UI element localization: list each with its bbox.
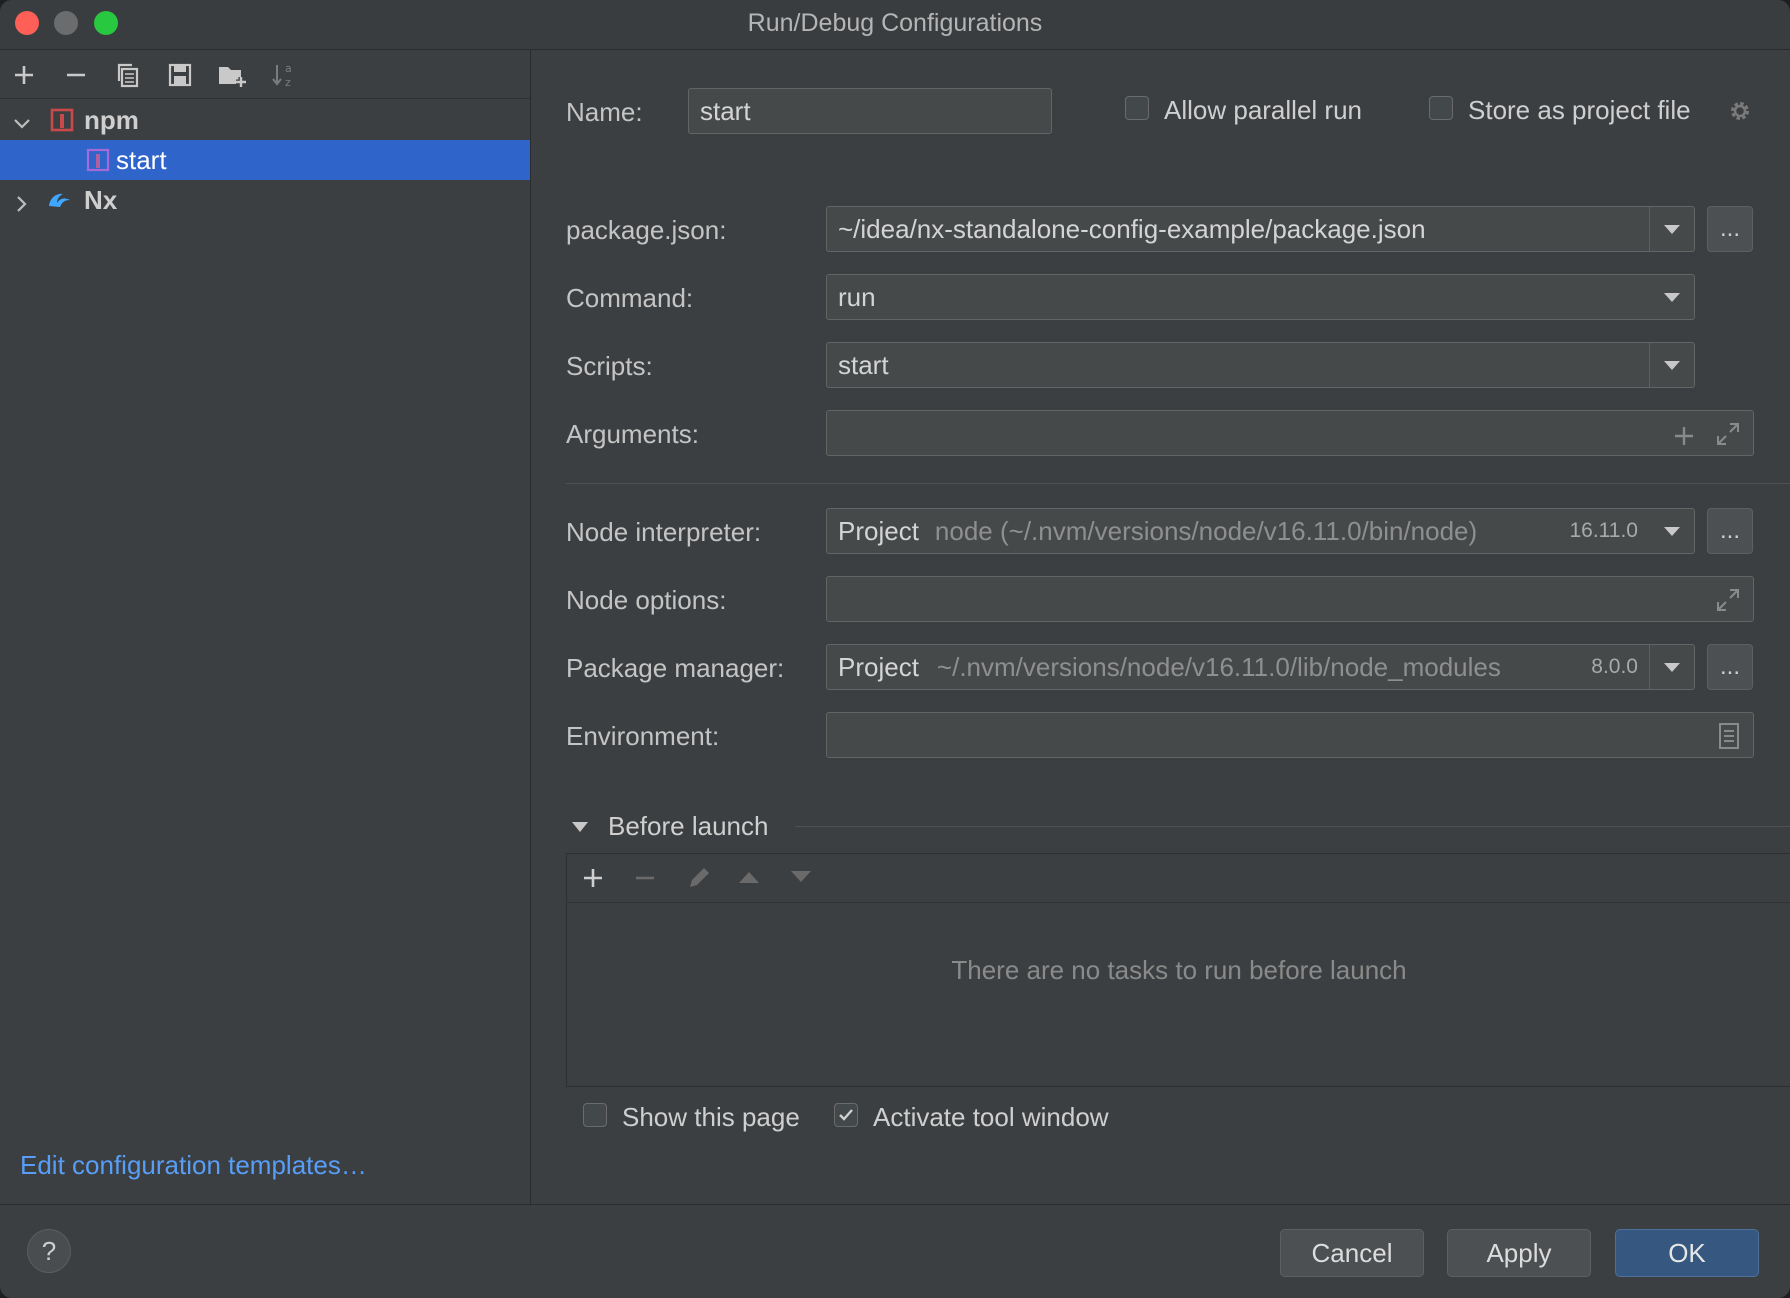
arguments-field[interactable] xyxy=(826,410,1754,456)
before-launch-title: Before launch xyxy=(608,811,769,841)
expand-icon[interactable] xyxy=(1715,587,1741,620)
allow-parallel-run-label: Allow parallel run xyxy=(1164,95,1362,125)
plus-icon[interactable] xyxy=(582,867,604,894)
chevron-down-icon[interactable] xyxy=(12,110,32,141)
dropdown-arrow-icon[interactable] xyxy=(1649,645,1694,689)
show-this-page-label: Show this page xyxy=(622,1102,800,1132)
name-label: Name: xyxy=(566,97,643,127)
plus-icon[interactable] xyxy=(6,58,42,92)
command-label: Command: xyxy=(566,283,694,313)
arguments-label: Arguments: xyxy=(566,419,699,449)
checkmark-icon xyxy=(839,1109,853,1121)
package-json-value: ~/idea/nx-standalone-config-example/pack… xyxy=(838,213,1426,244)
minus-icon[interactable] xyxy=(634,867,656,894)
move-up-icon[interactable] xyxy=(737,869,761,890)
environment-field[interactable] xyxy=(826,712,1754,758)
configurations-toolbar: az xyxy=(0,50,530,99)
node-interpreter-version: 16.11.0 xyxy=(1569,519,1638,542)
node-interpreter-combobox[interactable]: Project node (~/.nvm/versions/node/v16.1… xyxy=(826,508,1695,554)
nx-icon xyxy=(46,188,74,219)
before-launch-toolbar xyxy=(567,854,1790,903)
help-button[interactable]: ? xyxy=(27,1229,71,1273)
command-value: run xyxy=(838,281,876,312)
package-manager-label: Package manager: xyxy=(566,653,785,683)
scripts-combobox[interactable]: start xyxy=(826,342,1695,388)
configurations-tree-pane: az npm start Nx Edit configuration templ… xyxy=(0,50,531,1204)
activate-tool-window-checkbox[interactable] xyxy=(834,1103,858,1127)
chevron-right-icon[interactable] xyxy=(12,190,32,221)
node-options-field[interactable] xyxy=(826,576,1754,622)
insert-macro-plus-icon[interactable] xyxy=(1673,423,1695,454)
separator xyxy=(795,826,1790,827)
npm-icon xyxy=(50,108,74,139)
browse-package-manager-button[interactable]: ... xyxy=(1707,644,1753,690)
dropdown-arrow-icon[interactable] xyxy=(1650,509,1694,553)
run-debug-configurations-dialog: Run/Debug Configurations az npm start Nx… xyxy=(0,0,1790,1298)
separator xyxy=(566,483,1790,484)
expand-icon[interactable] xyxy=(1715,421,1741,454)
store-as-project-file-checkbox[interactable] xyxy=(1429,96,1453,120)
package-manager-version: 8.0.0 xyxy=(1591,655,1638,678)
gear-icon[interactable] xyxy=(1727,98,1753,129)
node-interpreter-label: Node interpreter: xyxy=(566,517,762,547)
move-down-icon[interactable] xyxy=(789,869,813,890)
package-json-combobox[interactable]: ~/idea/nx-standalone-config-example/pack… xyxy=(826,206,1695,252)
window-title: Run/Debug Configurations xyxy=(747,9,1043,37)
edit-icon[interactable] xyxy=(685,864,713,897)
edit-configuration-templates-link[interactable]: Edit configuration templates… xyxy=(20,1150,367,1181)
configuration-editor: Name: start Allow parallel run Store as … xyxy=(531,50,1790,1204)
svg-text:z: z xyxy=(285,76,291,89)
document-icon[interactable] xyxy=(1717,722,1741,757)
activate-tool-window-label: Activate tool window xyxy=(873,1102,1109,1132)
name-field[interactable]: start xyxy=(688,88,1052,134)
package-manager-path: ~/.nvm/versions/node/v16.11.0/lib/node_m… xyxy=(936,651,1501,682)
tree-item-nx[interactable]: Nx xyxy=(0,180,530,220)
show-this-page-checkbox[interactable] xyxy=(583,1103,607,1127)
scripts-value: start xyxy=(838,349,889,380)
npm-script-icon xyxy=(86,148,110,179)
tree-item-start[interactable]: start xyxy=(0,140,530,180)
new-folder-icon[interactable] xyxy=(214,58,250,92)
dialog-button-bar: ? Cancel Apply OK xyxy=(0,1204,1790,1298)
tree-item-npm[interactable]: npm xyxy=(0,100,530,140)
svg-text:a: a xyxy=(285,62,292,75)
browse-node-interpreter-button[interactable]: ... xyxy=(1707,508,1753,554)
sort-alphabetically-icon[interactable]: az xyxy=(266,58,302,92)
dropdown-arrow-icon[interactable] xyxy=(1649,343,1694,387)
save-icon[interactable] xyxy=(162,58,198,92)
tree-item-label: npm xyxy=(84,104,139,135)
node-interpreter-path: node (~/.nvm/versions/node/v16.11.0/bin/… xyxy=(934,515,1478,546)
package-manager-combobox[interactable]: Project ~/.nvm/versions/node/v16.11.0/li… xyxy=(826,644,1695,690)
before-launch-empty-text: There are no tasks to run before launch xyxy=(951,955,1407,985)
allow-parallel-run-checkbox[interactable] xyxy=(1125,96,1149,120)
copy-icon[interactable] xyxy=(110,58,146,92)
package-manager-prefix: Project xyxy=(838,651,919,682)
before-launch-panel: There are no tasks to run before launch xyxy=(566,853,1790,1087)
dropdown-arrow-icon[interactable] xyxy=(1650,275,1694,319)
command-select[interactable]: run xyxy=(826,274,1695,320)
package-json-label: package.json: xyxy=(566,215,727,245)
tree-item-label: Nx xyxy=(84,184,118,215)
scripts-label: Scripts: xyxy=(566,351,653,381)
environment-label: Environment: xyxy=(566,721,720,751)
store-as-project-file-label: Store as project file xyxy=(1468,95,1691,125)
name-value: start xyxy=(700,95,751,126)
dropdown-arrow-icon[interactable] xyxy=(1649,207,1694,251)
browse-package-json-button[interactable]: ... xyxy=(1707,206,1753,252)
collapse-triangle-icon[interactable] xyxy=(571,820,589,839)
node-interpreter-prefix: Project xyxy=(838,515,919,546)
minus-icon[interactable] xyxy=(58,58,94,92)
ok-button[interactable]: OK xyxy=(1615,1229,1759,1277)
title-bar: Run/Debug Configurations xyxy=(0,0,1790,50)
tree-item-label: start xyxy=(116,144,167,175)
cancel-button[interactable]: Cancel xyxy=(1280,1229,1424,1277)
apply-button[interactable]: Apply xyxy=(1447,1229,1591,1277)
node-options-label: Node options: xyxy=(566,585,727,615)
